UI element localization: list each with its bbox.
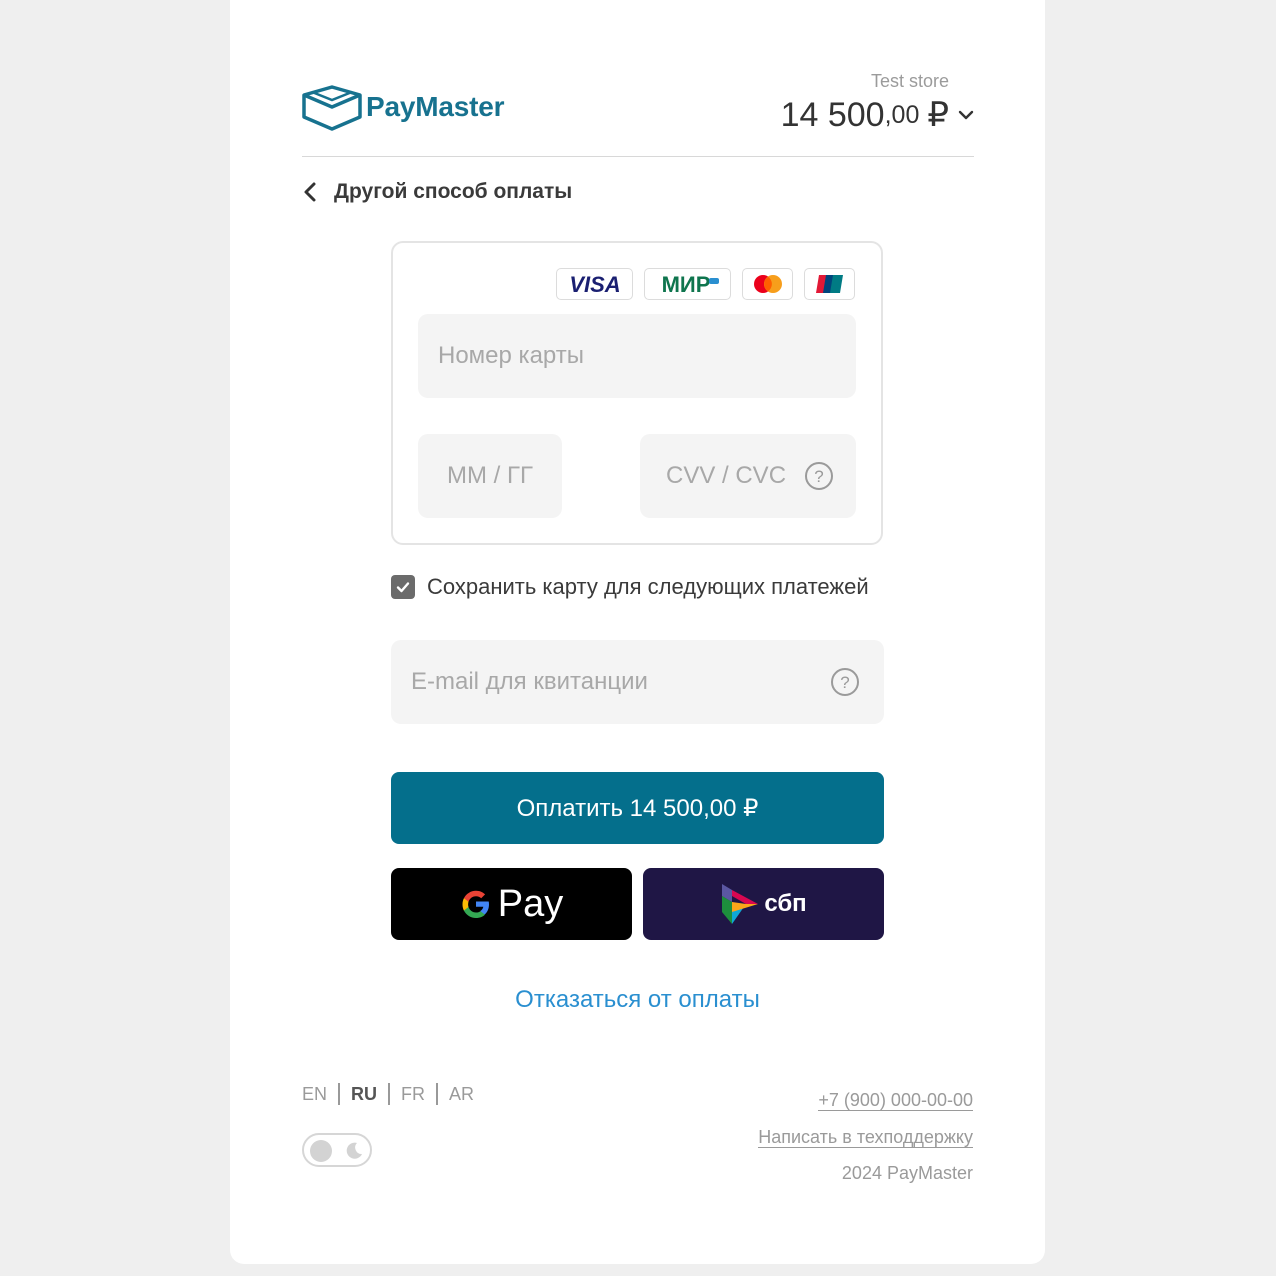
amount-integer: 14 500 [780,95,885,134]
back-other-method-button[interactable]: Другой способ оплаты [302,180,572,204]
gpay-label: Pay [497,882,564,925]
card-number-field[interactable] [418,314,856,398]
save-card-option[interactable]: Сохранить карту для следующих платежей [391,574,869,600]
card-form: VISA МИР Номер карты ММ / ГГ CVV / CVC ? [391,241,883,545]
card-number-input[interactable] [436,341,856,371]
email-field[interactable]: ? [391,640,884,724]
paymaster-logo: PayMaster [302,83,504,131]
cancel-payment-link[interactable]: Отказаться от оплаты [391,986,884,1014]
brand-name: PayMaster [366,91,505,122]
save-card-checkbox[interactable] [391,575,415,599]
copyright: 2024 PayMaster [841,1163,973,1183]
save-card-label: Сохранить карту для следующих платежей [427,574,869,599]
support-phone[interactable]: +7 (900) 000-00-00 [818,1090,973,1111]
moon-icon [346,1142,362,1159]
toggle-knob [310,1140,332,1162]
cvv-field[interactable]: ? [640,434,856,518]
google-pay-button[interactable]: Pay [391,868,632,940]
email-input[interactable] [409,667,830,697]
lang-ru[interactable]: RU [338,1083,388,1105]
support-contact[interactable]: Написать в техподдержку [758,1127,973,1148]
mastercard-logo [742,268,793,300]
card-brands: VISA МИР [556,268,855,300]
amount-currency: ₽ [927,96,949,134]
order-amount-toggle[interactable]: 14 500 ,00 ₽ [781,95,975,135]
pay-button[interactable]: Оплатить 14 500,00 ₽ [391,772,884,844]
visa-logo: VISA [556,268,633,300]
expiry-field[interactable] [418,434,562,518]
lang-fr[interactable]: FR [388,1083,436,1105]
visa-text: VISA [569,273,620,295]
google-g-icon [462,890,489,918]
store-name: Test store [870,71,949,91]
check-icon [396,582,410,593]
cvv-input[interactable] [664,461,804,491]
support-phone-link[interactable]: +7 (900) 000-00-00 [818,1090,973,1111]
payment-card: PayMaster Test store 14 500 ,00 ₽ Другой… [230,0,1045,1264]
unionpay-logo [804,268,855,300]
amount-decimal: ,00 [884,100,920,129]
sbp-label: сбп [764,890,807,917]
header-divider [302,156,974,157]
sbp-pay-button[interactable]: сбп [643,868,884,940]
chevron-left-icon [304,182,316,202]
support-contact-link[interactable]: Написать в техподдержку [758,1127,973,1148]
lang-ar[interactable]: AR [436,1083,485,1105]
lang-en[interactable]: EN [302,1083,338,1105]
language-switcher: EN RU FR AR [302,1083,485,1105]
svg-text:?: ? [814,467,823,486]
back-label: Другой способ оплаты [334,180,573,203]
question-icon[interactable]: ? [830,667,860,697]
paymaster-logo-icon [302,85,362,131]
svg-text:?: ? [840,673,849,692]
expiry-input[interactable] [418,461,562,491]
sbp-logo-icon [722,884,759,924]
mir-logo: МИР [644,268,731,300]
theme-toggle[interactable] [302,1133,372,1167]
mir-text: МИР [661,273,710,295]
chevron-down-icon [958,110,974,120]
question-icon[interactable]: ? [804,461,834,491]
